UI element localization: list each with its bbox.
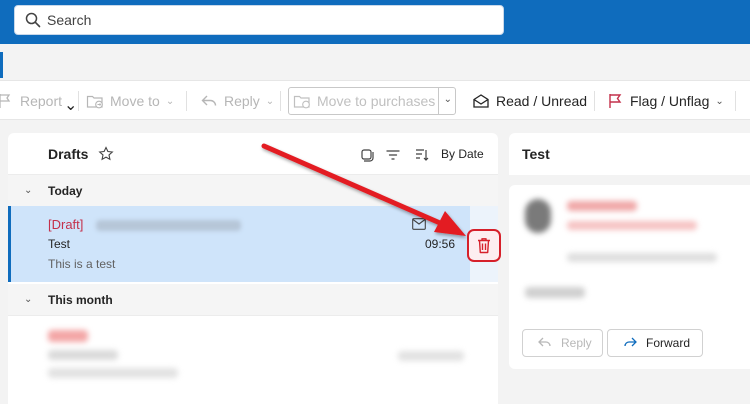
message-list-panel: Drafts By Date ⌄ Today [Draft] Test 09:5… [8, 133, 498, 404]
reply-icon [201, 95, 217, 106]
toolbar-divider [735, 91, 736, 111]
move-to-purchases-label: Move to purchases [317, 93, 436, 109]
report-chevron-icon[interactable]: ⌄ [64, 95, 77, 115]
reading-reply-button[interactable]: Reply [522, 329, 603, 357]
reply-label: Reply [561, 336, 592, 350]
read-unread-button[interactable]: Read / Unread [472, 81, 587, 121]
forward-button[interactable]: Forward [607, 329, 703, 357]
toolbar-divider [594, 91, 595, 111]
chevron-down-icon: ⌄ [24, 185, 33, 196]
reply-button[interactable]: Reply ⌄ [200, 81, 274, 121]
message-item-blurred[interactable] [8, 318, 498, 398]
top-bar: Search [0, 0, 750, 44]
move-to-purchases-button[interactable]: Move to purchases ⌄ [288, 87, 456, 115]
blurred-recipient [567, 253, 717, 262]
move-to-button[interactable]: Move to ⌄ [86, 81, 174, 121]
ribbon-tab-strip [0, 44, 750, 80]
toolbar-divider [280, 91, 281, 111]
group-header-today[interactable]: ⌄ Today [8, 175, 498, 207]
sort-by-date-label[interactable]: By Date [441, 147, 484, 161]
move-to-chevron-icon: ⌄ [165, 95, 175, 107]
read-unread-label: Read / Unread [496, 93, 588, 109]
favorite-star-icon[interactable] [98, 146, 114, 162]
flag-icon [609, 94, 622, 108]
reading-pane-title: Test [522, 146, 550, 162]
group-header-this-month[interactable]: ⌄ This month [8, 284, 498, 316]
blurred-date [398, 351, 464, 361]
active-tab-indicator [0, 52, 3, 78]
blurred-subject [48, 350, 118, 360]
toolbar-divider [186, 91, 187, 111]
blurred-preview [48, 368, 178, 378]
search-placeholder: Search [47, 12, 92, 28]
select-toggle-icon[interactable] [359, 147, 375, 163]
report-button[interactable]: Report [0, 81, 62, 121]
quick-step-chevron-icon[interactable]: ⌄ [444, 94, 452, 105]
blurred-sender [48, 330, 88, 342]
flag-unflag-button[interactable]: Flag / Unflag ⌄ [606, 81, 724, 121]
filter-icon[interactable] [385, 147, 401, 163]
chevron-down-icon: ⌄ [24, 294, 33, 305]
reading-pane-body: Reply Forward [509, 185, 750, 369]
folder-move-icon [86, 95, 103, 109]
toolbar-divider [78, 91, 79, 111]
reading-pane-header: Test [509, 133, 750, 175]
reply-icon [538, 337, 551, 347]
split-divider [438, 88, 439, 114]
move-to-label: Move to [110, 93, 160, 109]
forward-label: Forward [646, 336, 691, 350]
search-box[interactable]: Search [14, 5, 504, 35]
avatar [525, 199, 551, 233]
group-label: Today [48, 184, 83, 198]
folder-title: Drafts [48, 146, 89, 162]
blurred-notice [567, 221, 697, 230]
reply-label: Reply [224, 93, 260, 109]
search-icon [25, 12, 41, 28]
group-label: This month [48, 293, 113, 307]
sort-icon[interactable] [414, 147, 430, 163]
reply-chevron-icon: ⌄ [265, 95, 275, 107]
message-item-selected[interactable]: [Draft] Test 09:56 This is a test [8, 206, 470, 282]
command-toolbar: Report ⌄ Move to ⌄ Reply ⌄ Move to purch… [0, 80, 750, 120]
trash-icon [478, 238, 490, 254]
message-subject: Test [48, 237, 71, 251]
report-icon [0, 94, 11, 108]
delete-button[interactable] [467, 229, 501, 262]
flag-chevron-icon: ⌄ [715, 95, 724, 107]
folder-move-icon [293, 95, 310, 109]
mail-icon [412, 218, 426, 230]
message-list-header: Drafts By Date [8, 133, 498, 175]
blurred-body [525, 287, 585, 298]
blurred-sender-name [567, 201, 637, 211]
message-preview: This is a test [48, 257, 116, 271]
draft-tag: [Draft] [48, 217, 84, 232]
forward-icon [624, 337, 637, 347]
recipient-blurred [96, 220, 241, 231]
report-label: Report [20, 93, 63, 109]
flag-unflag-label: Flag / Unflag [630, 93, 710, 109]
envelope-open-icon [473, 94, 489, 108]
selection-indicator [8, 206, 11, 282]
message-time: 09:56 [425, 237, 456, 251]
